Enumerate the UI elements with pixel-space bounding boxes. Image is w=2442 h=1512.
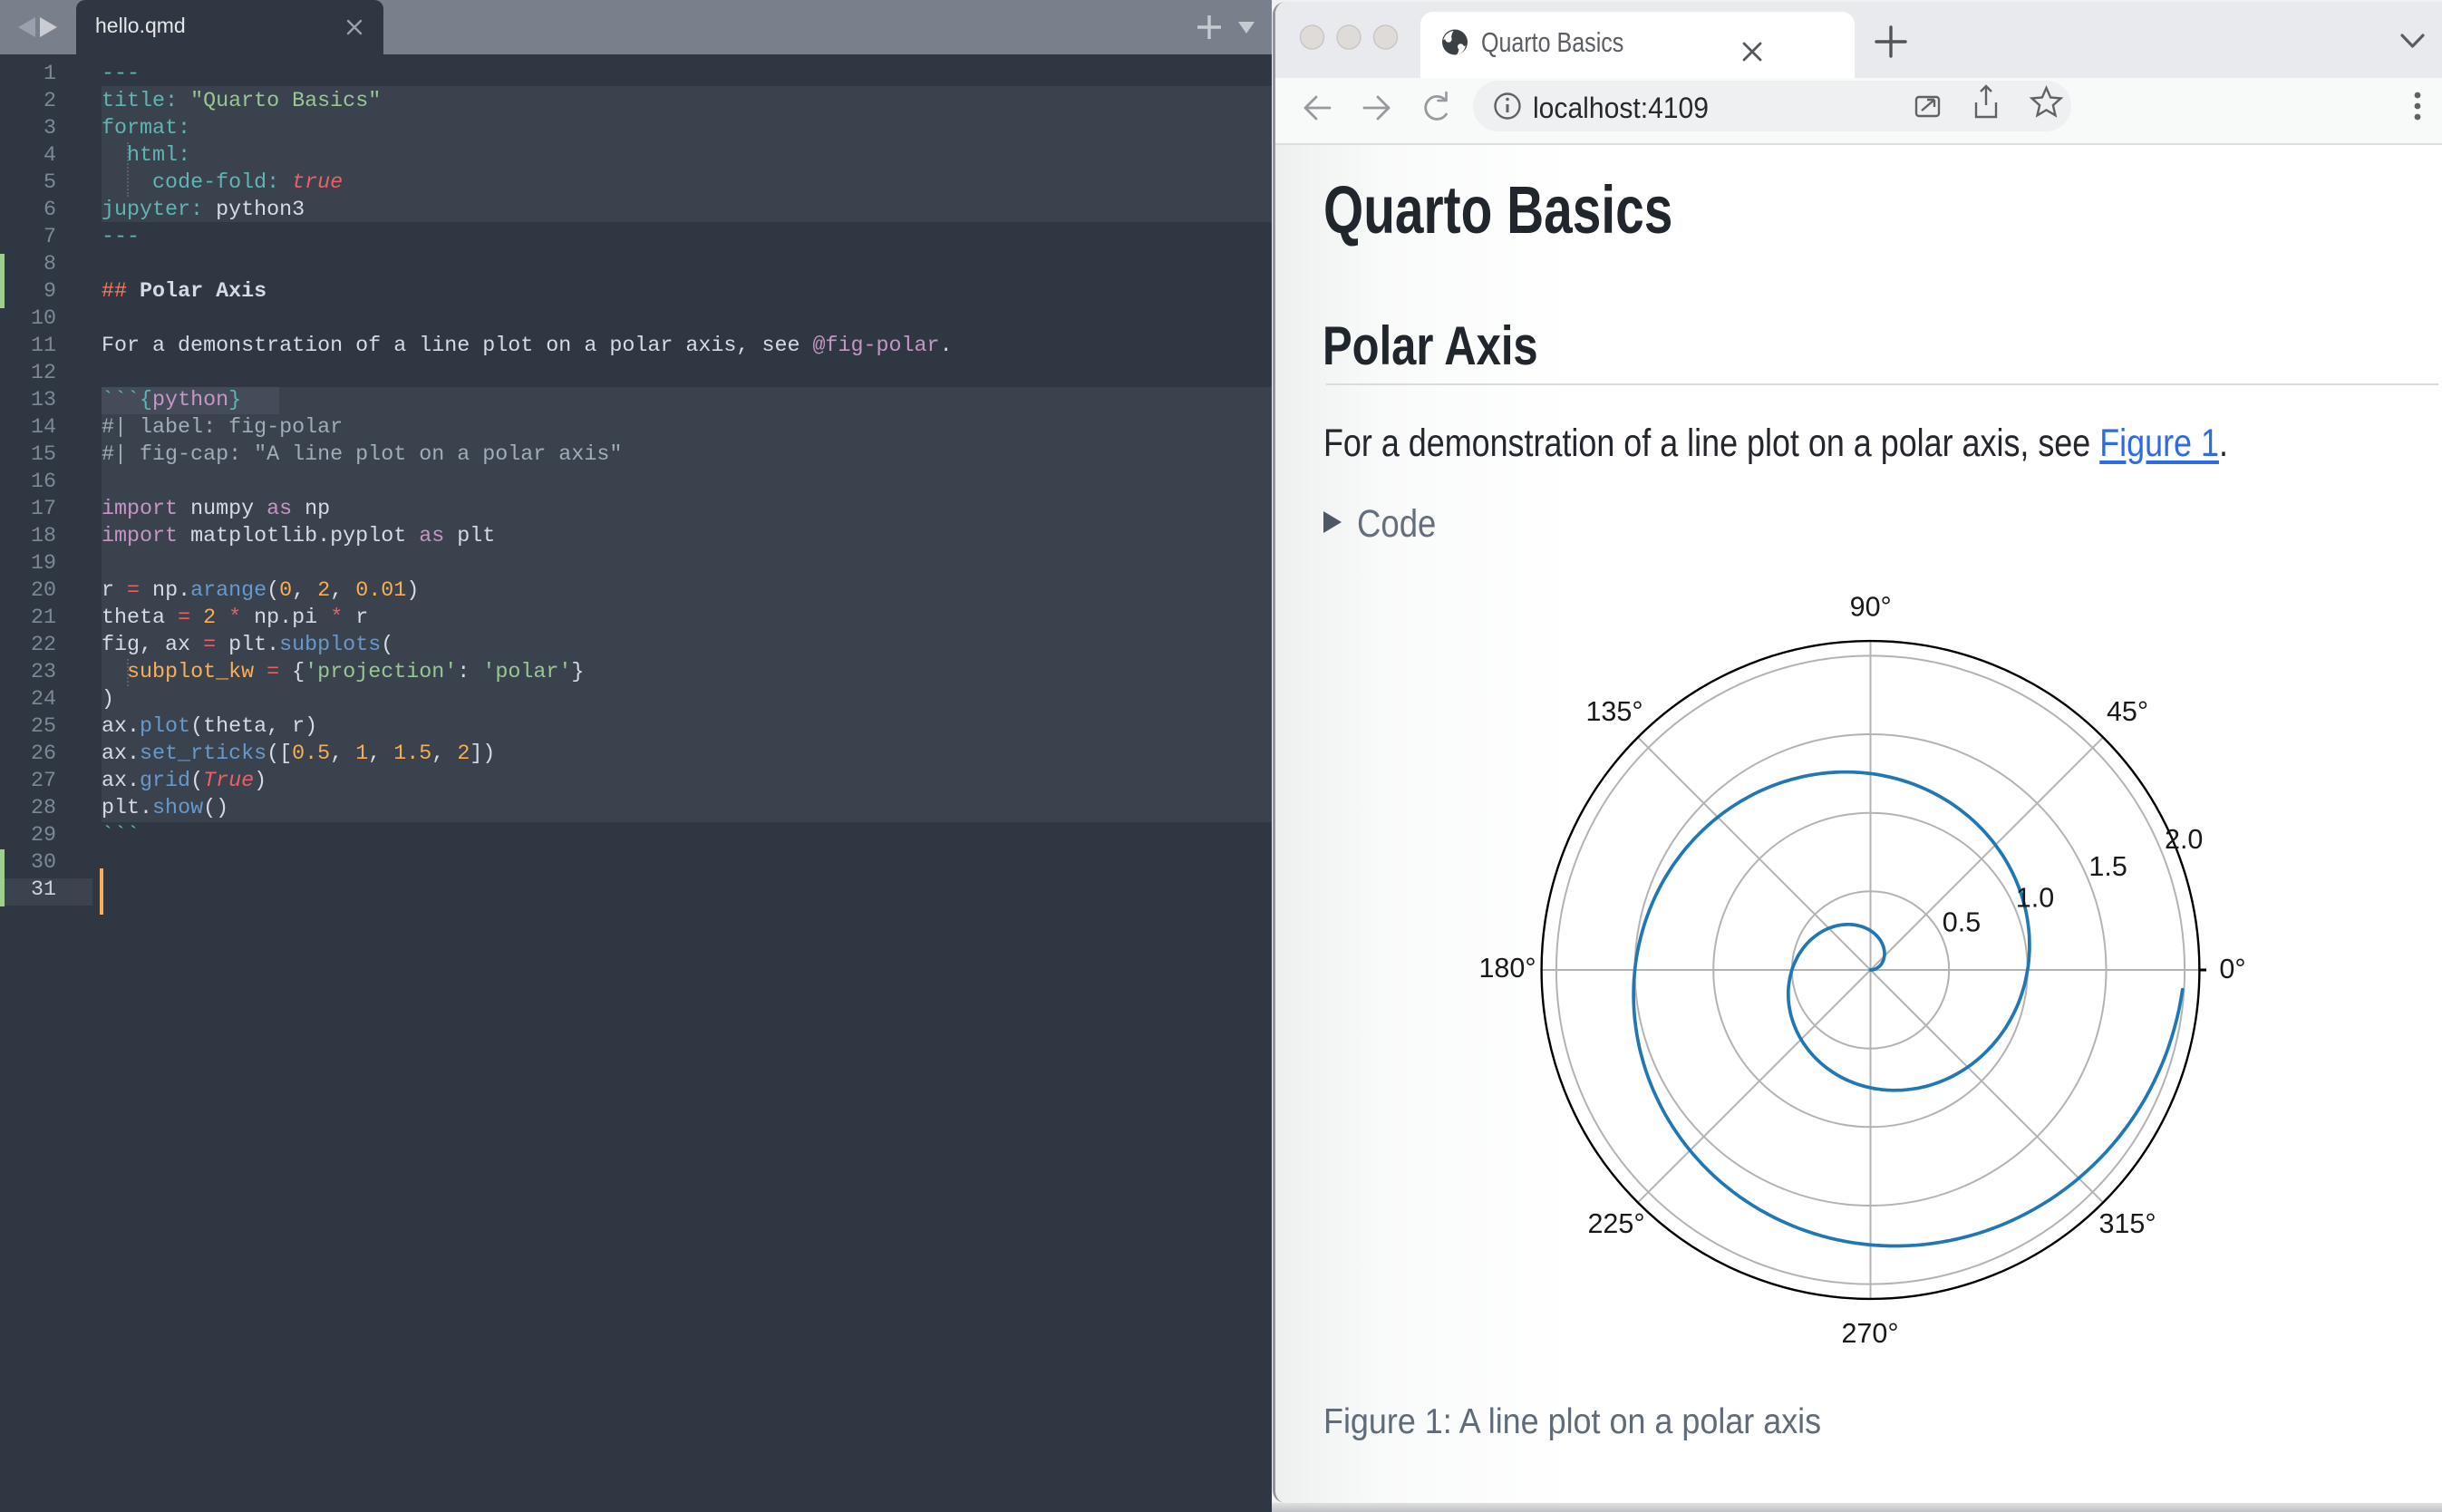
svg-text:1.0: 1.0 xyxy=(2016,883,2054,914)
svg-text:315°: 315° xyxy=(2098,1208,2156,1239)
svg-text:45°: 45° xyxy=(2107,696,2148,727)
svg-text:180°: 180° xyxy=(1478,953,1536,984)
svg-text:90°: 90° xyxy=(1850,592,1892,623)
svg-text:225°: 225° xyxy=(1587,1208,1644,1239)
svg-text:0.5: 0.5 xyxy=(1943,907,1981,938)
svg-text:135°: 135° xyxy=(1585,696,1643,727)
svg-text:0°: 0° xyxy=(2219,954,2245,984)
svg-text:1.5: 1.5 xyxy=(2088,851,2127,882)
svg-text:2.0: 2.0 xyxy=(2165,824,2203,855)
svg-text:270°: 270° xyxy=(1841,1318,1898,1349)
